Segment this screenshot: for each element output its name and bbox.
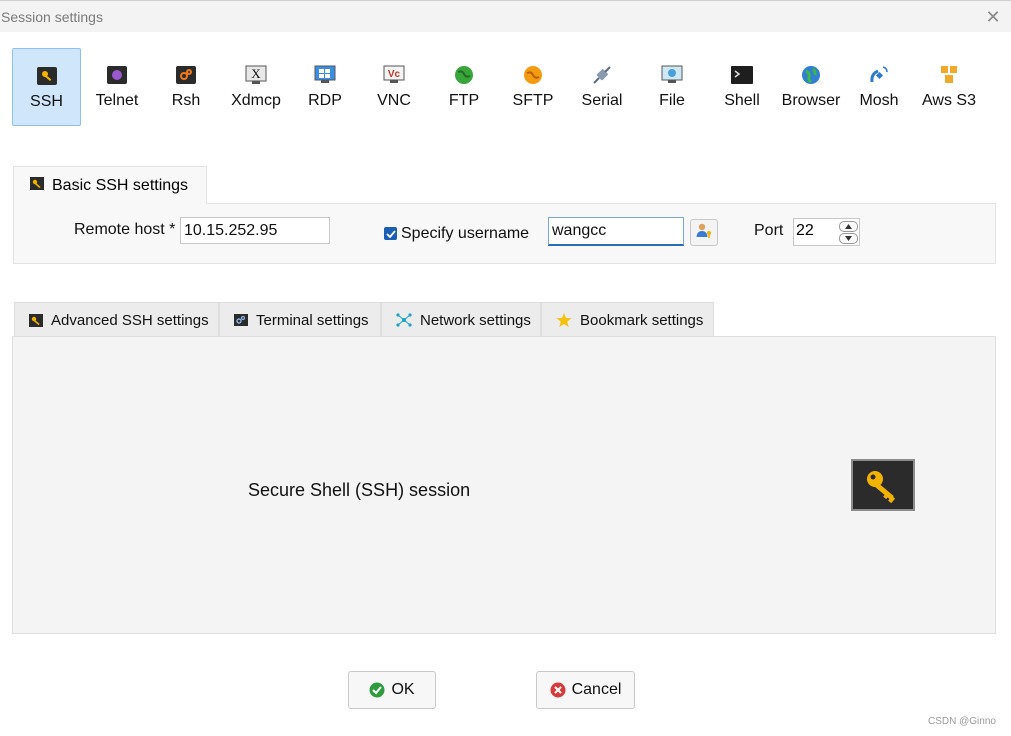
protocol-label: FTP bbox=[448, 92, 480, 109]
user-credentials-button[interactable] bbox=[690, 219, 718, 246]
ssh-key-icon bbox=[851, 459, 915, 511]
protocol-ftp[interactable]: FTP bbox=[444, 48, 484, 126]
advanced-settings-panel bbox=[12, 336, 996, 634]
title-bar: Session settings ✕ bbox=[0, 0, 1011, 32]
file-icon bbox=[661, 64, 683, 86]
protocol-label: SSH bbox=[30, 93, 63, 110]
specify-username-label: Specify username bbox=[401, 225, 530, 242]
ok-label: OK bbox=[391, 681, 415, 698]
port-label: Port bbox=[754, 222, 784, 239]
tab-label: Advanced SSH settings bbox=[51, 311, 209, 329]
tab-bookmark-settings[interactable]: Bookmark settings bbox=[541, 302, 714, 337]
protocol-serial[interactable]: Serial bbox=[578, 48, 626, 126]
wrench-key-icon bbox=[29, 313, 43, 327]
cancel-circle-icon bbox=[550, 682, 566, 698]
protocol-label: SFTP bbox=[512, 92, 554, 109]
watermark: CSDN @Ginno bbox=[928, 716, 996, 727]
protocol-label: Xdmcp bbox=[231, 92, 281, 109]
remote-host-input[interactable] bbox=[180, 217, 330, 244]
remote-host-label: Remote host * bbox=[74, 221, 176, 238]
tab-label: Bookmark settings bbox=[580, 311, 704, 329]
specify-username-checkbox[interactable] bbox=[384, 227, 397, 240]
cancel-button[interactable]: Cancel bbox=[536, 671, 635, 709]
serial-plug-icon bbox=[591, 64, 613, 86]
protocol-telnet[interactable]: Telnet bbox=[91, 48, 143, 126]
protocol-label: Aws S3 bbox=[922, 92, 976, 109]
svg-text:Vc: Vc bbox=[388, 69, 401, 80]
tab-advanced-ssh-settings[interactable]: Advanced SSH settings bbox=[14, 302, 219, 337]
username-input[interactable] bbox=[548, 217, 684, 246]
protocol-aws-s3[interactable]: Aws S3 bbox=[919, 48, 979, 126]
xdmcp-icon: X bbox=[245, 64, 267, 86]
browser-globe-icon bbox=[800, 64, 822, 86]
cancel-label: Cancel bbox=[571, 681, 622, 698]
tab-basic-ssh-settings[interactable]: Basic SSH settings bbox=[13, 166, 207, 204]
ok-button[interactable]: OK bbox=[348, 671, 436, 709]
protocol-label: Rsh bbox=[171, 92, 201, 109]
close-icon[interactable]: ✕ bbox=[982, 6, 1004, 28]
spin-up-icon[interactable] bbox=[839, 221, 858, 232]
protocol-label: Telnet bbox=[95, 92, 139, 109]
vnc-icon: Vc bbox=[383, 64, 405, 86]
tab-label: Network settings bbox=[420, 311, 531, 329]
protocol-label: RDP bbox=[308, 92, 342, 109]
protocol-rdp[interactable]: RDP bbox=[303, 48, 347, 126]
protocol-shell[interactable]: Shell bbox=[722, 48, 762, 126]
svg-text:X: X bbox=[251, 66, 261, 81]
wrench-key-icon bbox=[30, 176, 44, 195]
tab-label: Basic SSH settings bbox=[52, 176, 189, 194]
network-icon bbox=[396, 312, 412, 328]
protocol-sftp[interactable]: SFTP bbox=[507, 48, 559, 126]
protocol-file[interactable]: File bbox=[655, 48, 689, 126]
session-description: Secure Shell (SSH) session bbox=[248, 480, 471, 500]
rsh-icon bbox=[175, 64, 197, 86]
tab-label: Terminal settings bbox=[256, 311, 369, 329]
shell-terminal-icon bbox=[731, 64, 753, 86]
protocol-mosh[interactable]: Mosh bbox=[858, 48, 900, 126]
protocol-label: Serial bbox=[581, 92, 623, 109]
protocol-label: VNC bbox=[377, 92, 411, 109]
check-circle-icon bbox=[369, 682, 385, 698]
ssh-key-icon bbox=[36, 65, 58, 87]
port-value: 22 bbox=[796, 222, 814, 239]
sftp-icon bbox=[522, 64, 544, 86]
protocol-browser[interactable]: Browser bbox=[779, 48, 843, 126]
ftp-globe-icon bbox=[453, 64, 475, 86]
tab-terminal-settings[interactable]: Terminal settings bbox=[219, 302, 381, 337]
spin-down-icon[interactable] bbox=[839, 233, 858, 244]
protocol-label: Mosh bbox=[859, 92, 899, 109]
protocol-label: Shell bbox=[724, 92, 760, 109]
star-icon bbox=[556, 312, 572, 328]
protocol-label: Browser bbox=[781, 92, 841, 109]
tab-network-settings[interactable]: Network settings bbox=[381, 302, 541, 337]
telnet-icon bbox=[106, 64, 128, 86]
rdp-icon bbox=[314, 64, 336, 86]
aws-s3-icon bbox=[938, 64, 960, 86]
port-spinbox[interactable]: 22 bbox=[793, 218, 860, 246]
protocol-rsh[interactable]: Rsh bbox=[165, 48, 207, 126]
terminal-icon bbox=[234, 314, 248, 326]
mosh-satellite-icon bbox=[868, 64, 890, 86]
protocol-label: File bbox=[659, 92, 685, 109]
window-title: Session settings bbox=[1, 9, 103, 25]
user-key-icon bbox=[695, 221, 713, 244]
protocol-vnc[interactable]: Vc VNC bbox=[374, 48, 414, 126]
protocol-ssh[interactable]: SSH bbox=[12, 48, 81, 126]
protocol-xdmcp[interactable]: X Xdmcp bbox=[226, 48, 286, 126]
